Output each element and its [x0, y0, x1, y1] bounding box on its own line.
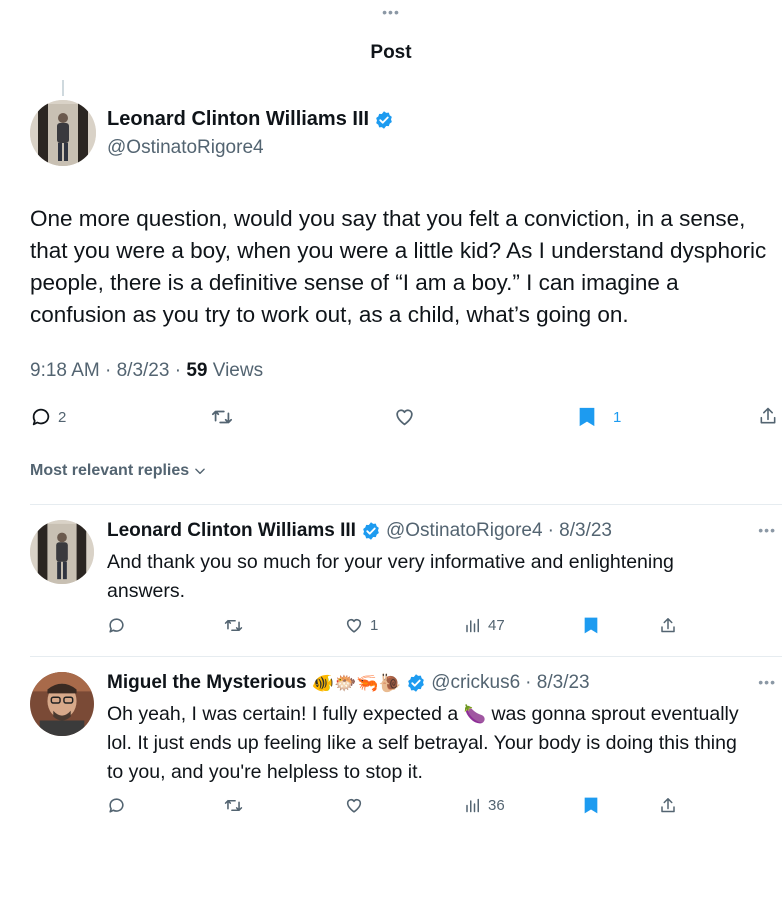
retweet-icon	[224, 619, 243, 632]
like-button[interactable]	[344, 796, 364, 815]
reply-author-handle[interactable]: @OstinatoRigore4	[386, 520, 543, 542]
post-views-count: 59	[186, 360, 208, 381]
verified-badge-icon	[406, 673, 426, 693]
retweet-icon	[224, 799, 243, 812]
post-author-name[interactable]: Leonard Clinton Williams III	[107, 108, 394, 131]
views-count: 47	[488, 617, 505, 634]
post-text: One more question, would you say that yo…	[30, 206, 767, 327]
eggplant-emoji: 🍆	[463, 704, 487, 724]
post-author-handle[interactable]: @OstinatoRigore4	[107, 137, 264, 159]
reply-author-handle[interactable]: @crickus6	[431, 672, 520, 694]
meta-separator: ·	[169, 360, 187, 381]
bookmark-count: 1	[613, 408, 622, 426]
verified-badge-icon	[361, 521, 381, 541]
share-button[interactable]	[659, 616, 677, 635]
views-count: 36	[488, 797, 505, 814]
post-time[interactable]: 9:18 AM	[30, 360, 100, 381]
reply-text-part: Oh yeah, I was certain! I fully expected…	[107, 703, 464, 725]
like-button[interactable]: 1	[344, 616, 378, 635]
share-button[interactable]	[659, 796, 677, 815]
post-meta: 9:18 AM · 8/3/23 · 59 Views	[30, 360, 263, 382]
thread-line	[62, 80, 64, 96]
reply-author-name[interactable]: Leonard Clinton Williams III	[107, 520, 356, 542]
replies-sort-dropdown[interactable]: Most relevant replies	[30, 462, 207, 480]
reply-avatar[interactable]	[30, 672, 94, 736]
reply-button[interactable]	[107, 796, 126, 815]
reply-avatar[interactable]	[30, 520, 94, 584]
name-emojis: 🐠🐡🦐🐌	[311, 673, 402, 693]
views-icon	[466, 618, 479, 633]
reply-icon	[109, 798, 124, 813]
avatar[interactable]	[30, 100, 96, 166]
reply-text: And thank you so much for your very info…	[107, 551, 674, 602]
more-options-button[interactable]: •••	[758, 674, 776, 690]
views-button[interactable]: 36	[464, 796, 505, 815]
retweet-icon	[211, 410, 233, 424]
reply-icon	[109, 618, 124, 633]
bookmark-button[interactable]	[583, 796, 599, 815]
retweet-button[interactable]	[223, 796, 244, 815]
replies-sort-label: Most relevant replies	[30, 462, 190, 479]
post-author-name-text[interactable]: Leonard Clinton Williams III	[107, 108, 369, 131]
views-button[interactable]: 47	[464, 616, 505, 635]
divider	[30, 504, 782, 505]
share-icon	[661, 618, 675, 633]
retweet-button[interactable]	[210, 406, 234, 428]
bookmark-button[interactable]: 1	[577, 406, 621, 428]
like-icon	[346, 798, 362, 813]
bookmark-icon	[584, 797, 598, 814]
like-count: 1	[370, 617, 379, 634]
reply-icon	[32, 408, 50, 426]
views-icon	[466, 798, 479, 813]
share-button[interactable]	[758, 405, 778, 427]
post-views-label: Views	[212, 360, 264, 381]
reply-author-name[interactable]: Miguel the Mysterious	[107, 672, 307, 694]
like-button[interactable]	[393, 406, 416, 428]
meta-separator: ·	[99, 360, 117, 381]
reply-header: Leonard Clinton Williams III @OstinatoRi…	[107, 520, 612, 542]
share-icon	[760, 407, 776, 424]
post-date[interactable]: 8/3/23	[117, 360, 170, 381]
share-icon	[661, 798, 675, 813]
top-handle-dots: •••	[382, 4, 400, 20]
reply-button[interactable]	[107, 616, 126, 635]
reply-date[interactable]: · 8/3/23	[525, 672, 589, 694]
bookmark-button[interactable]	[583, 616, 599, 635]
bookmark-icon	[579, 407, 595, 427]
reply-button[interactable]: 2	[30, 406, 66, 428]
page-title: Post	[370, 42, 412, 63]
reply-text: Oh yeah, I was certain! I fully expected…	[107, 700, 747, 787]
like-icon	[396, 409, 413, 426]
reply-count: 2	[58, 408, 67, 426]
divider	[30, 656, 782, 657]
more-options-button[interactable]: •••	[758, 522, 776, 538]
reply-date[interactable]: · 8/3/23	[548, 520, 612, 542]
like-icon	[346, 618, 362, 633]
chevron-down-icon	[195, 468, 205, 475]
reply-header: Miguel the Mysterious 🐠🐡🦐🐌 @crickus6 · 8…	[107, 672, 590, 694]
retweet-button[interactable]	[223, 616, 244, 635]
bookmark-icon	[584, 617, 598, 634]
verified-badge-icon	[374, 110, 394, 130]
